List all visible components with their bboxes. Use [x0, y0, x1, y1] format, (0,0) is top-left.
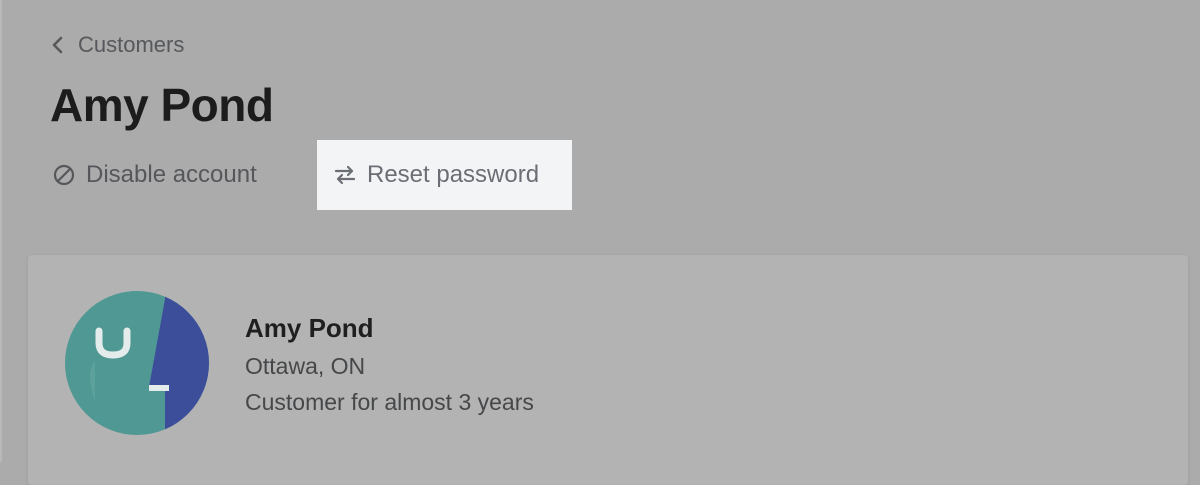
disable-account-button[interactable]: Disable account [52, 140, 257, 210]
circle-slash-icon [53, 164, 75, 186]
customer-card: Amy Pond Ottawa, ON Customer for almost … [28, 255, 1188, 485]
breadcrumb-label: Customers [78, 32, 185, 57]
customer-tenure: Customer for almost 3 years [245, 389, 534, 415]
page-actions: Disable account Reset password [2, 140, 602, 210]
customer-location: Ottawa, ON [245, 353, 366, 379]
breadcrumb[interactable]: Customers [50, 30, 184, 60]
chevron-left-icon [52, 36, 63, 54]
customer-avatar-icon [65, 291, 209, 435]
arrows-exchange-icon [334, 165, 356, 185]
reset-password-label: Reset password [367, 161, 540, 188]
page-title: Amy Pond [50, 79, 274, 131]
customer-page: Customers Amy Pond Disable account Reset… [0, 0, 1200, 485]
reset-password-button[interactable]: Reset password [317, 140, 572, 210]
customer-name: Amy Pond [245, 313, 374, 343]
disable-account-label: Disable account [86, 161, 257, 188]
